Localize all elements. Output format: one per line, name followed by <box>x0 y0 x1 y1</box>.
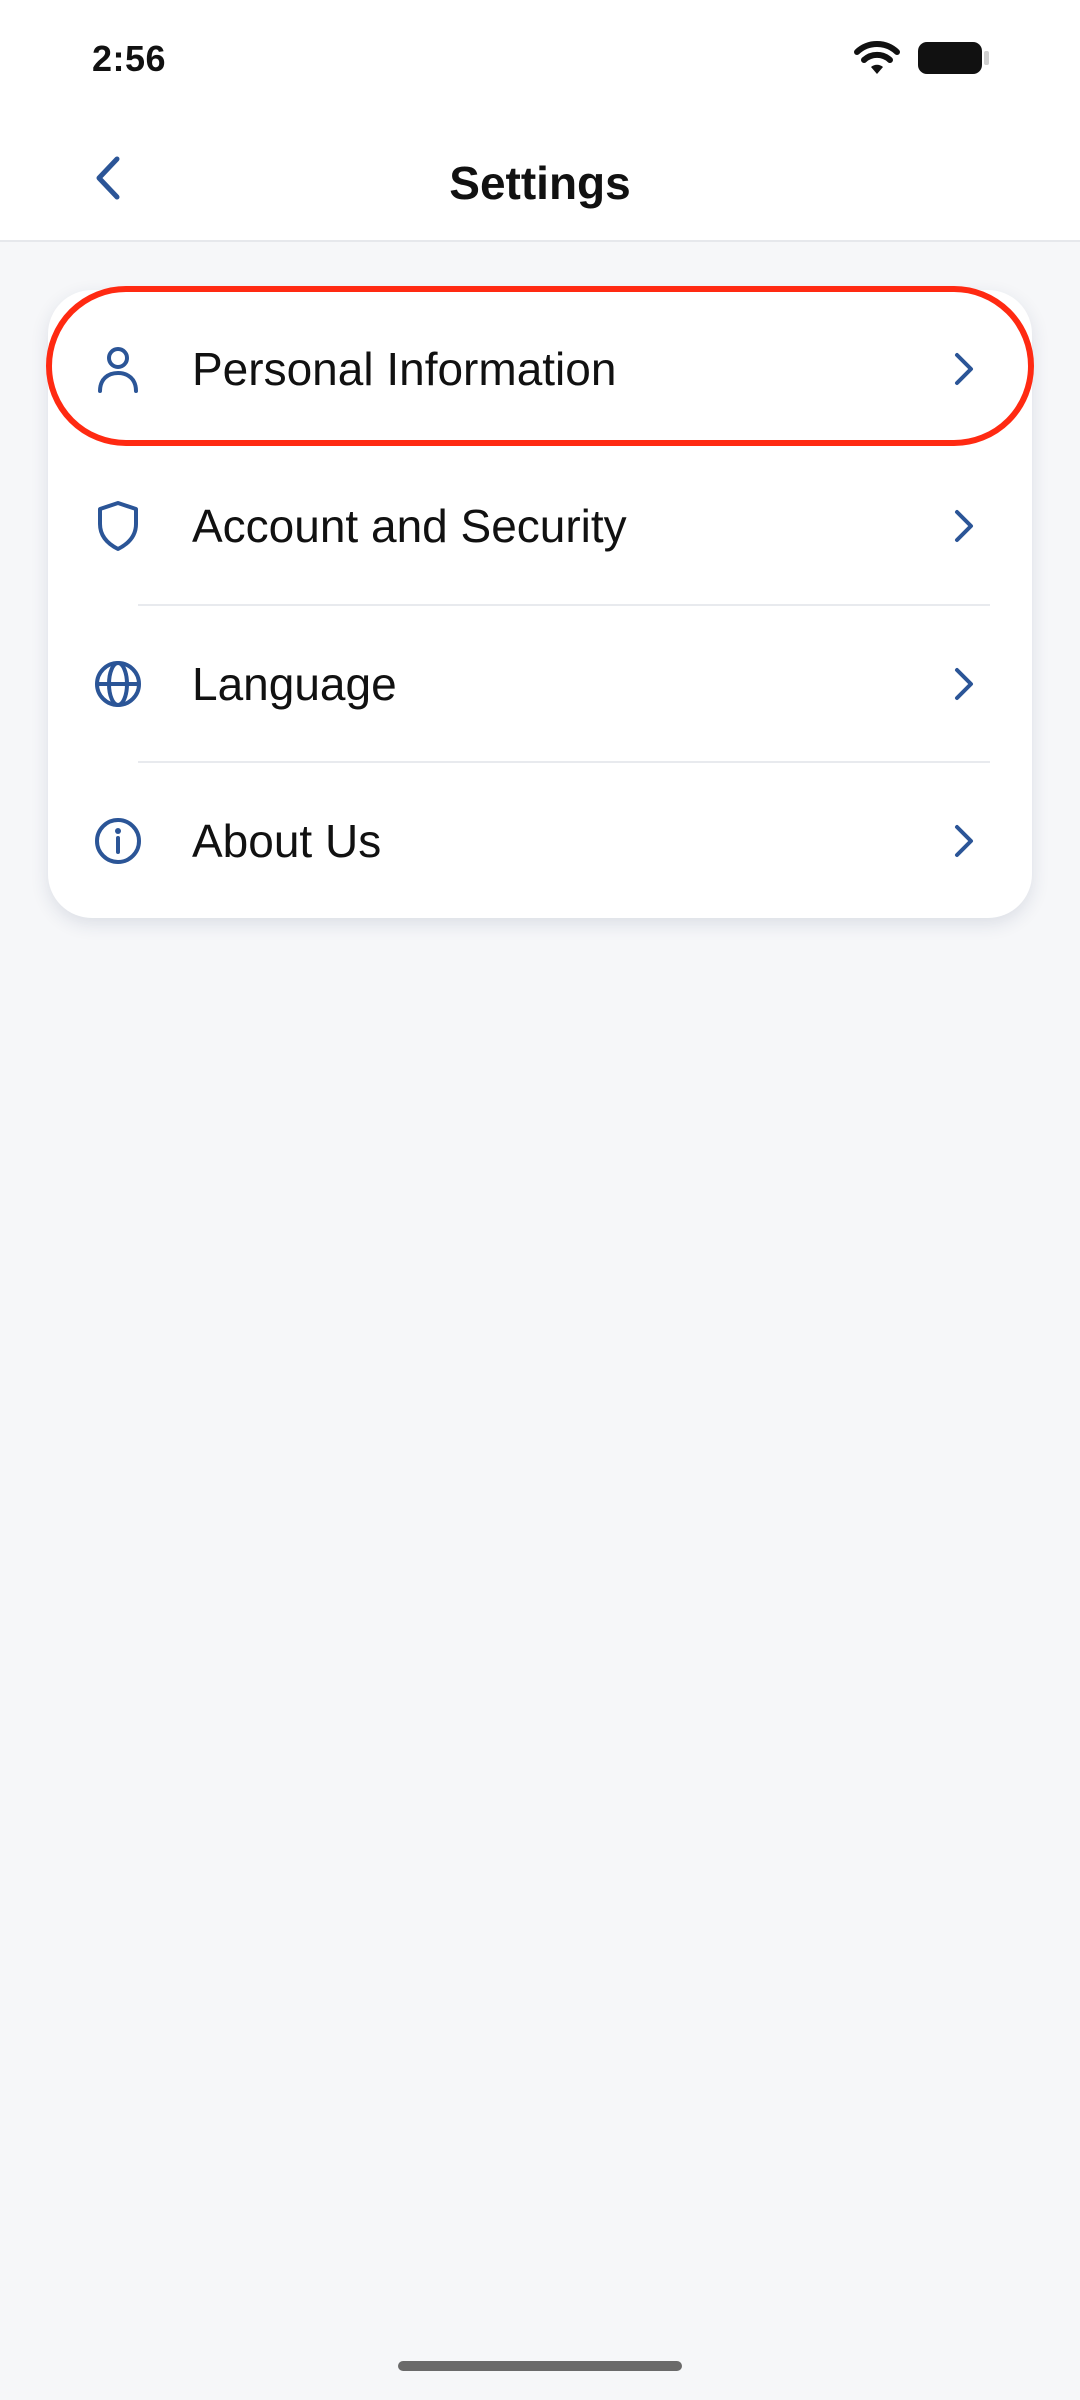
status-time: 2:56 <box>92 38 167 79</box>
chevron-right-icon <box>944 506 984 546</box>
battery-icon <box>918 40 990 81</box>
page-title: Settings <box>449 157 631 209</box>
chevron-right-icon <box>944 821 984 861</box>
settings-item-label: About Us <box>192 814 382 867</box>
globe-icon <box>90 656 146 712</box>
chevron-right-icon <box>944 349 984 389</box>
app-header: Settings <box>0 120 1080 242</box>
status-icons <box>854 40 990 81</box>
settings-item-personal-information[interactable]: Personal Information <box>46 286 1034 447</box>
status-bar: 2:56 <box>0 0 1080 120</box>
chevron-right-icon <box>944 664 984 704</box>
settings-item-label: Account and Security <box>192 499 627 552</box>
settings-item-account-and-security[interactable]: Account and Security <box>48 447 1032 604</box>
settings-screen: 2:56 Settings Personal Information Accou… <box>0 0 1080 2400</box>
person-icon <box>90 341 146 397</box>
settings-item-language[interactable]: Language <box>48 605 1032 762</box>
settings-item-about-us[interactable]: About Us <box>48 762 1032 919</box>
info-icon <box>90 813 146 869</box>
settings-item-label: Personal Information <box>192 342 617 395</box>
settings-card: Personal Information Account and Securit… <box>46 286 1034 919</box>
wifi-icon <box>854 40 900 81</box>
settings-item-label: Language <box>192 657 397 710</box>
shield-icon <box>90 498 146 554</box>
home-indicator[interactable] <box>398 2361 682 2371</box>
